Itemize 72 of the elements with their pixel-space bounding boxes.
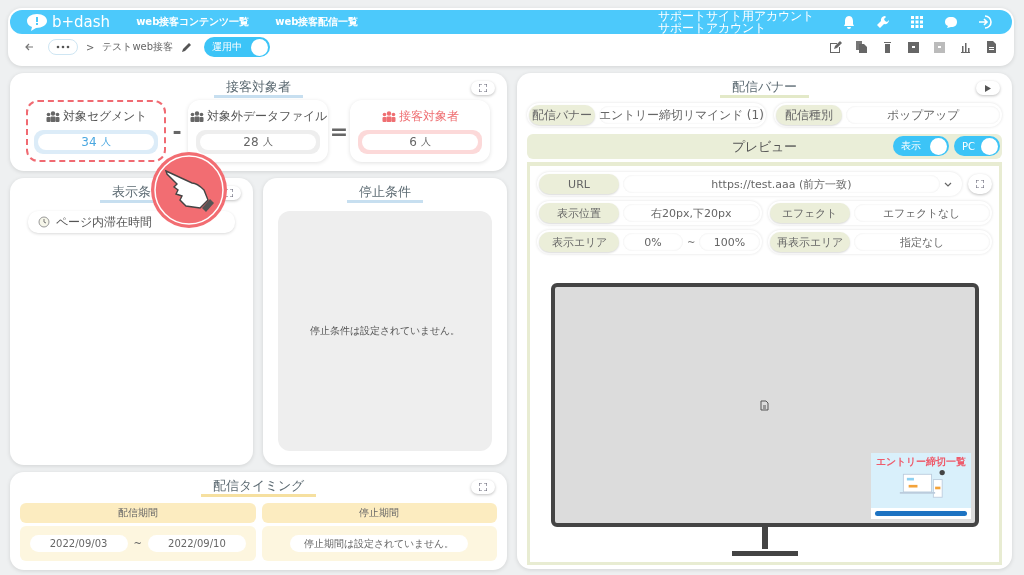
breadcrumb-separator: > [86, 41, 95, 53]
url-select[interactable]: URL https://test.aaa (前方一致) [537, 172, 962, 196]
archive-icon[interactable] [907, 40, 920, 54]
field-label: 配信種別 [775, 105, 842, 125]
range-separator: ~ [687, 236, 696, 248]
nav-link[interactable]: web接客配信一覧 [275, 15, 359, 29]
field-label: 表示位置 [539, 203, 619, 223]
minus-sign: - [171, 118, 183, 144]
nav-link[interactable]: web接客コンテンツ一覧 [136, 15, 250, 29]
field-value: 右20px,下20px [623, 204, 760, 222]
date-field: 2022/09/03 [29, 535, 128, 552]
range-separator: ~ [133, 538, 142, 549]
count-value: 6 人 [362, 134, 478, 150]
expand-button[interactable] [471, 480, 495, 494]
document-icon[interactable] [985, 40, 998, 54]
preview-title: プレビュー [732, 137, 797, 156]
toggle-switch[interactable]: 運用中 [204, 37, 271, 57]
account-name: サポートサイト用アカウント [658, 10, 814, 22]
field-value: エフェクトなし [853, 204, 990, 222]
date-field: 2022/09/10 [147, 535, 246, 552]
brand-name: b+dash [52, 13, 111, 31]
people-icon [381, 111, 396, 122]
back-arrow-icon[interactable] [24, 42, 34, 52]
count-label: 対象外データファイル [206, 108, 327, 125]
people-icon [45, 111, 60, 122]
column-header: 配信期間 [20, 503, 256, 523]
section-title: 配信バナー [720, 79, 809, 98]
count-label: 接客対象者 [398, 108, 459, 125]
breadcrumb-menu-button[interactable] [48, 39, 78, 55]
field-label: 配信バナー [529, 105, 595, 125]
field-value: エントリー締切リマインド (1) [599, 106, 764, 124]
file-icon [760, 399, 769, 411]
count-value: 34 人 [38, 134, 154, 150]
banner-heading: エントリー締切一覧 [875, 455, 966, 469]
count-value: 28 人 [200, 134, 316, 150]
field-label: 再表示エリア [769, 232, 850, 252]
toggle-switch[interactable]: PC [954, 136, 1000, 156]
people-icon [189, 111, 204, 122]
expand-icon [479, 84, 487, 92]
field-value: 0% [623, 233, 684, 251]
field-value: 指定なし [853, 233, 990, 251]
expand-button[interactable] [471, 81, 495, 95]
trash-icon[interactable] [881, 40, 894, 54]
chevron-down-icon [944, 181, 952, 187]
toggle-switch[interactable]: 表示 [893, 136, 949, 156]
empty-message: 停止条件は設定されていません。 [310, 324, 460, 338]
field-value: https://test.aaa (前方一致) [623, 175, 940, 193]
account-name: サポートアカウント [658, 22, 767, 34]
equals-sign: = [328, 118, 350, 144]
field-label: 表示エリア [539, 232, 619, 252]
section-title: 停止条件 [347, 184, 423, 203]
expand-icon [976, 180, 984, 188]
breadcrumb-title: テストweb接客 [102, 40, 174, 54]
pencil-icon[interactable] [181, 41, 193, 53]
logo-icon [26, 13, 48, 31]
field-label: エフェクト [769, 203, 850, 223]
ellipsis-icon [56, 45, 70, 49]
expand-icon [479, 483, 487, 491]
bar-chart-icon[interactable] [959, 40, 972, 54]
edit-icon[interactable] [829, 40, 842, 54]
expand-button[interactable] [968, 174, 992, 194]
count-label: 対象セグメント [62, 108, 147, 125]
field-value: 100% [699, 233, 760, 251]
column-header: 停止期間 [261, 503, 497, 523]
play-button[interactable] [976, 81, 1000, 95]
clock-icon [38, 216, 50, 228]
section-title: 配信タイミング [201, 478, 316, 497]
field-label: URL [539, 174, 619, 194]
empty-message: 停止期間は設定されていません。 [290, 535, 469, 552]
copy-icon[interactable] [855, 40, 868, 54]
field-value: ポップアップ [845, 106, 1000, 124]
play-icon [985, 84, 991, 92]
